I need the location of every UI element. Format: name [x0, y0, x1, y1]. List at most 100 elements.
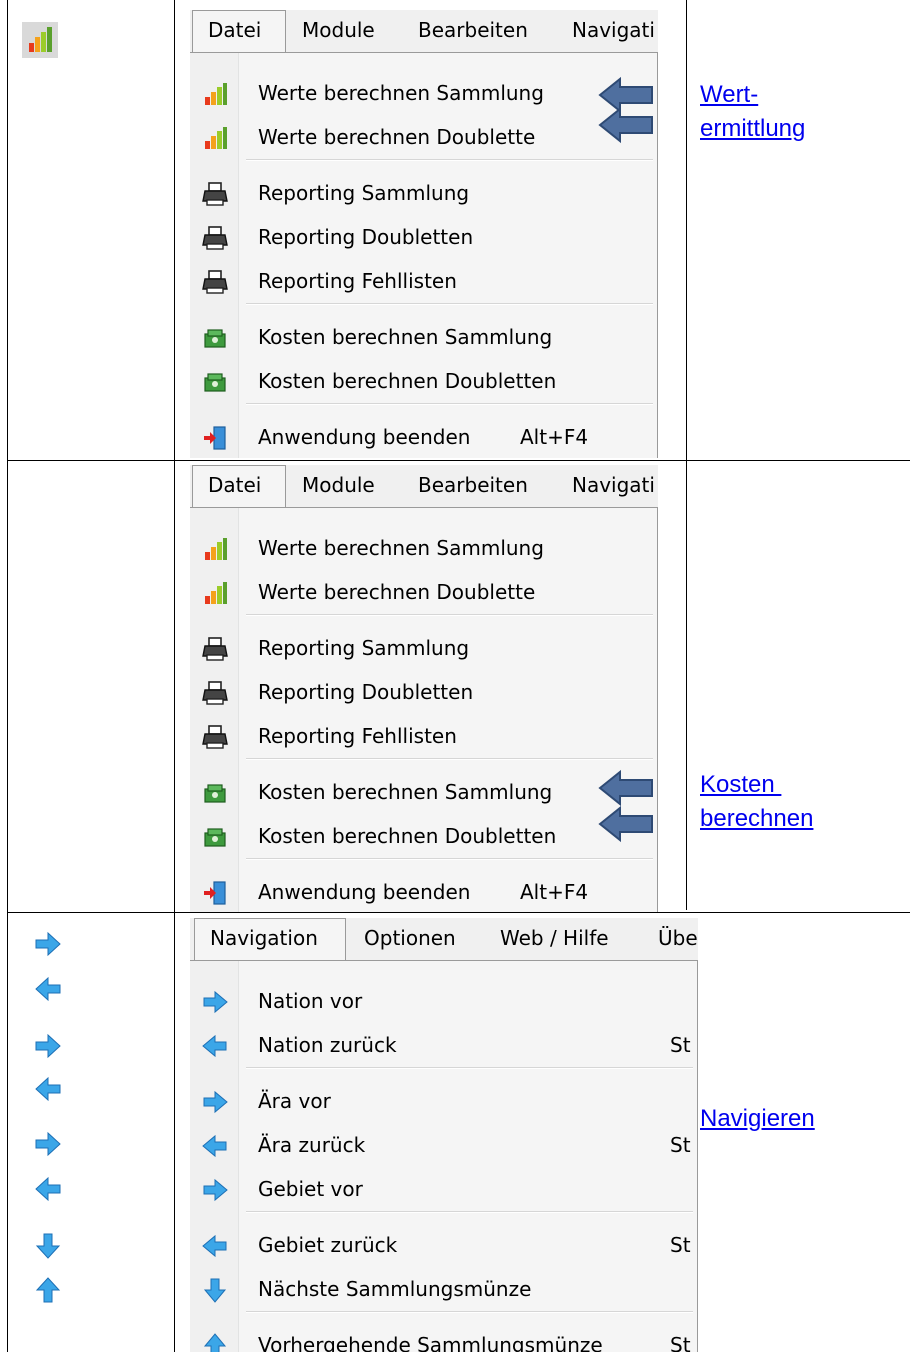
menu-item[interactable]: Werte berechnen Doublette	[190, 117, 657, 161]
menu-bar-item[interactable]: Optionen	[364, 926, 456, 950]
table-border-row2	[7, 912, 910, 913]
arrow-right-icon	[202, 989, 228, 1015]
table-border-col2	[686, 0, 687, 910]
menu-bar-item[interactable]: Navigation	[210, 926, 318, 950]
menu-item-label: Reporting Doubletten	[258, 680, 474, 704]
link-kosten-berechnen[interactable]: Kosten berechnen	[700, 768, 813, 836]
menu-item-label: Reporting Sammlung	[258, 181, 470, 205]
link-wertermittlung[interactable]: Wert- ermittlung	[700, 78, 805, 146]
menu-item-label: Reporting Fehllisten	[258, 724, 457, 748]
money-icon	[202, 369, 228, 395]
table-border-col1	[174, 0, 175, 1352]
file-menu-screenshot-1: Datei Module Bearbeiten Navigati Werte berec…	[190, 10, 658, 458]
arrow-right-icon	[202, 1177, 228, 1203]
menu-item[interactable]: Gebiet vor	[190, 1169, 697, 1213]
menu-item-label: Vorhergehende Sammlungsmünze	[258, 1333, 603, 1352]
bar-chart-icon	[202, 125, 228, 151]
menu-bar-item[interactable]: Web / Hilfe	[500, 926, 609, 950]
menu-bar-item[interactable]: Datei	[208, 18, 261, 42]
table-border-row1	[7, 460, 910, 461]
menu-item[interactable]: Kosten berechnen Doubletten	[190, 816, 657, 860]
link-line[interactable]: Wert-	[700, 78, 805, 112]
arrow-left-icon	[202, 1133, 228, 1159]
printer-icon	[202, 724, 228, 750]
bar-chart-icon	[202, 81, 228, 107]
menu-item-label: Werte berechnen Doublette	[258, 580, 536, 604]
menu-item[interactable]: Werte berechnen Sammlung	[190, 73, 657, 117]
arrow-left-icon	[35, 1176, 61, 1202]
menu-item-label: Nation zurück	[258, 1033, 397, 1057]
menu-bar: Navigation Optionen Web / Hilfe Übe	[190, 918, 698, 961]
arrow-right-icon	[35, 1131, 61, 1157]
menu-bar-item[interactable]: Bearbeiten	[418, 18, 528, 42]
arrow-down-icon	[35, 1233, 61, 1259]
menu-bar-item[interactable]: Module	[302, 473, 375, 497]
arrow-left-icon	[35, 1076, 61, 1102]
menu-item[interactable]: Anwendung beenden Alt+F4	[190, 872, 657, 912]
printer-icon	[202, 181, 228, 207]
bar-chart-icon	[202, 536, 228, 562]
menu-item[interactable]: Reporting Fehllisten	[190, 261, 657, 305]
menu-bar-item[interactable]: Navigati	[572, 473, 655, 497]
menu-item[interactable]: Werte berechnen Doublette	[190, 572, 657, 616]
link-navigieren[interactable]: Navigieren	[700, 1102, 815, 1136]
menu-bar-item[interactable]: Navigati	[572, 18, 655, 42]
arrow-up-icon	[35, 1277, 61, 1303]
arrow-left-icon	[35, 976, 61, 1002]
menu-item[interactable]: Kosten berechnen Doubletten	[190, 361, 657, 405]
menu-item[interactable]: Kosten berechnen Sammlung	[190, 317, 657, 361]
menu-item[interactable]: Anwendung beenden Alt+F4	[190, 417, 657, 458]
menu-bar-item[interactable]: Bearbeiten	[418, 473, 528, 497]
menu-bar-item[interactable]: Übe	[658, 926, 698, 950]
menu-item[interactable]: Nation vor	[190, 981, 697, 1025]
menu-item-label: Ära vor	[258, 1089, 331, 1113]
menu-item[interactable]: Werte berechnen Sammlung	[190, 528, 657, 572]
menu-item-label: Reporting Sammlung	[258, 636, 470, 660]
menu-item-label: Nation vor	[258, 989, 363, 1013]
menu-item[interactable]: Reporting Sammlung	[190, 628, 657, 672]
menu-bar: Datei Module Bearbeiten Navigati	[190, 10, 658, 53]
pointer-arrow-icon	[598, 805, 653, 843]
menu-item-shortcut: Alt+F4	[520, 880, 589, 904]
table-border-left	[7, 0, 8, 1352]
menu-item[interactable]: Gebiet zurück St	[190, 1225, 697, 1269]
bar-chart-icon	[202, 580, 228, 606]
menu-item[interactable]: Vorhergehende Sammlungsmünze St	[190, 1325, 697, 1352]
dropdown-menu: Werte berechnen Sammlung Werte berechnen …	[190, 52, 658, 458]
link-line[interactable]: Navigieren	[700, 1102, 815, 1136]
menu-item-label: Anwendung beenden	[258, 425, 471, 449]
menu-item[interactable]: Reporting Doubletten	[190, 217, 657, 261]
printer-icon	[202, 680, 228, 706]
menu-item-shortcut: St	[670, 1233, 691, 1257]
menu-item-label: Gebiet vor	[258, 1177, 363, 1201]
menu-item[interactable]: Reporting Sammlung	[190, 173, 657, 217]
menu-item-label: Werte berechnen Sammlung	[258, 536, 544, 560]
navigation-menu-screenshot: Navigation Optionen Web / Hilfe Übe Nation v…	[190, 918, 698, 1352]
menu-item-label: Kosten berechnen Doubletten	[258, 824, 557, 848]
menu-item[interactable]: Reporting Fehllisten	[190, 716, 657, 760]
menu-item[interactable]: Ära zurück St	[190, 1125, 697, 1169]
printer-icon	[202, 225, 228, 251]
menu-bar-item[interactable]: Datei	[208, 473, 261, 497]
menu-item[interactable]: Ära vor	[190, 1081, 697, 1125]
menu-item-label: Anwendung beenden	[258, 880, 471, 904]
menu-bar-item[interactable]: Module	[302, 18, 375, 42]
menu-item[interactable]: Reporting Doubletten	[190, 672, 657, 716]
menu-item-shortcut: St	[670, 1333, 691, 1352]
menu-item-label: Werte berechnen Sammlung	[258, 81, 544, 105]
menu-item-shortcut: St	[670, 1033, 691, 1057]
menu-item-label: Kosten berechnen Doubletten	[258, 369, 557, 393]
menu-item-shortcut: St	[670, 1133, 691, 1157]
menu-item[interactable]: Nächste Sammlungsmünze	[190, 1269, 697, 1313]
menu-item[interactable]: Kosten berechnen Sammlung	[190, 772, 657, 816]
printer-icon	[202, 269, 228, 295]
menu-item[interactable]: Nation zurück St	[190, 1025, 697, 1069]
money-icon	[202, 325, 228, 351]
dropdown-menu: Nation vor Nation zurück St Ära vor Ära zurü…	[190, 960, 698, 1352]
printer-icon	[202, 636, 228, 662]
link-line[interactable]: Kosten	[700, 768, 813, 802]
link-line[interactable]: ermittlung	[700, 112, 805, 146]
pointer-arrow-icon	[598, 769, 653, 807]
link-line[interactable]: berechnen	[700, 802, 813, 836]
bar-chart-icon	[22, 22, 58, 58]
